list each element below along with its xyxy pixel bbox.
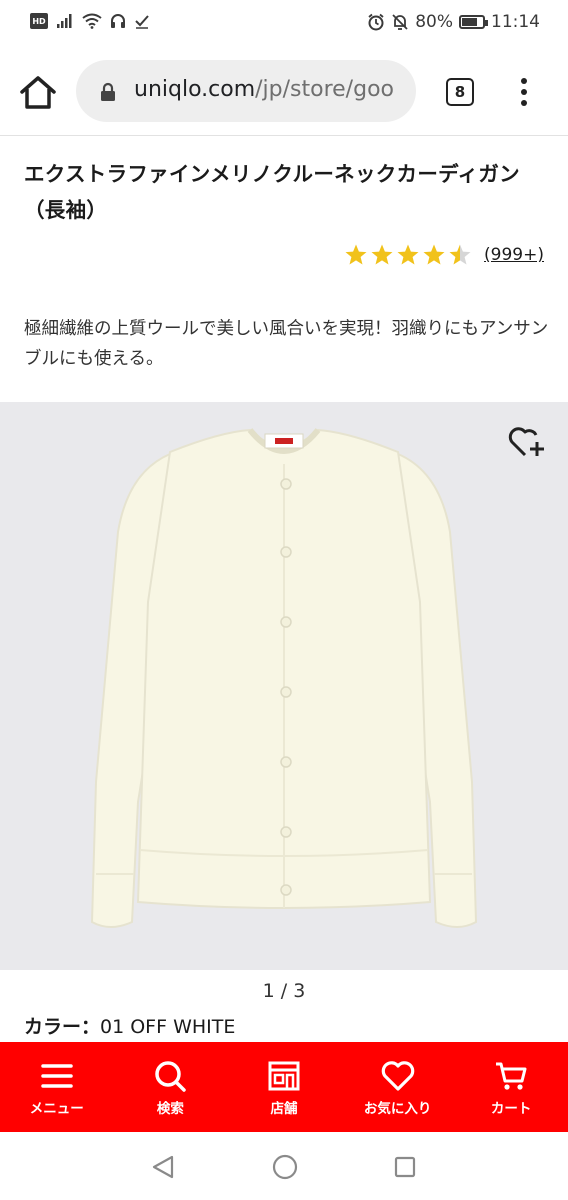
cardigan-image — [90, 428, 478, 928]
nav-search[interactable]: 検索 — [114, 1042, 228, 1132]
nav-search-label: 検索 — [156, 1101, 184, 1117]
nav-menu[interactable]: メニュー — [0, 1042, 114, 1132]
tab-switcher-button[interactable]: 8 — [446, 78, 474, 106]
cardigan-button-7 — [280, 884, 292, 896]
browser-toolbar: uniqlo.com/jp/store/goo 8 — [0, 48, 568, 136]
product-rating[interactable]: (999+) — [344, 243, 544, 267]
heart-icon — [381, 1061, 414, 1091]
menu-icon — [41, 1064, 73, 1088]
alarm-icon — [368, 13, 384, 31]
battery-icon — [459, 15, 488, 29]
recent-apps-icon[interactable] — [394, 1156, 416, 1178]
image-pager: 1 / 3 — [262, 980, 306, 1002]
add-favorite-icon[interactable] — [506, 422, 546, 462]
more-menu-icon[interactable] — [514, 76, 534, 108]
nav-favorites-label: お気に入り — [363, 1101, 432, 1117]
rating-stars — [344, 243, 472, 267]
cardigan-button-2 — [280, 546, 292, 558]
cardigan-button-5 — [280, 756, 292, 768]
store-icon — [268, 1061, 300, 1091]
nav-cart-label: カート — [490, 1101, 532, 1117]
bottom-navigation: メニュー 検索 店舗 お気に入り カート — [0, 1042, 568, 1132]
review-count-link[interactable]: (999+) — [484, 245, 544, 265]
wifi-icon — [82, 13, 102, 29]
nav-store-label: 店舗 — [270, 1101, 298, 1117]
hd-badge: HD — [30, 13, 48, 29]
star-icon — [371, 244, 393, 265]
nav-favorites[interactable]: お気に入り — [341, 1042, 455, 1132]
headset-icon — [111, 14, 125, 28]
home-circle-icon[interactable] — [272, 1154, 298, 1180]
cardigan-button-3 — [280, 616, 292, 628]
address-bar[interactable]: uniqlo.com/jp/store/goo — [76, 60, 416, 122]
status-left: HD — [30, 13, 150, 29]
mute-icon — [392, 14, 408, 30]
star-icon — [423, 244, 445, 265]
cart-icon — [496, 1062, 527, 1090]
status-right: 80% 11:14 — [367, 12, 540, 32]
color-label: カラー： — [24, 1016, 101, 1038]
product-description: 極細繊維の上質ウールで美しい風合いを実現！羽織りにもアンサンブルにも使える。 — [24, 319, 549, 369]
color-selection: カラー：01 OFF WHITE — [24, 1012, 235, 1039]
nav-store[interactable]: 店舗 — [227, 1042, 341, 1132]
cardigan-garment — [90, 428, 478, 928]
url-text: uniqlo.com/jp/store/goo — [134, 77, 394, 102]
search-icon — [155, 1061, 187, 1092]
star-icon — [449, 244, 471, 265]
clock: 11:14 — [491, 12, 540, 32]
star-icon — [345, 244, 367, 265]
cardigan-button-6 — [280, 826, 292, 838]
cardigan-button-4 — [280, 686, 292, 698]
nav-menu-label: メニュー — [29, 1101, 84, 1117]
back-icon[interactable] — [150, 1154, 176, 1180]
battery-percent: 80% — [415, 12, 453, 32]
product-image-carousel[interactable] — [0, 402, 568, 970]
color-value: 01 OFF WHITE — [100, 1016, 236, 1038]
signal-icon — [57, 14, 72, 28]
url-path: /jp/store/goo — [255, 77, 394, 102]
home-icon[interactable] — [18, 74, 58, 110]
product-title: エクストラファインメリノクルーネックカーディガン（長袖） — [24, 162, 520, 222]
check-icon — [135, 15, 149, 29]
lock-icon — [101, 82, 115, 101]
system-navigation-bar — [0, 1132, 568, 1200]
nav-cart[interactable]: カート — [454, 1042, 568, 1132]
url-domain: uniqlo.com — [134, 77, 256, 102]
cardigan-button-1 — [280, 478, 292, 490]
status-bar: HD 80% 11:14 — [0, 0, 568, 48]
star-icon — [397, 244, 419, 265]
battery-level — [462, 18, 478, 26]
